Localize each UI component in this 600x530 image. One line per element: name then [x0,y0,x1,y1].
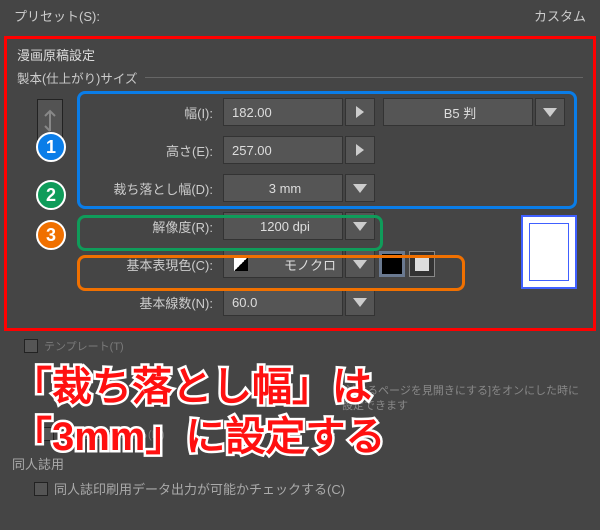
highlight-box-1 [77,91,577,209]
preset-row: プリセット(S): カスタム [0,0,600,31]
badge-2: 2 [36,180,66,210]
annotation-line2: 「3mm」に設定する [12,412,590,462]
checkbox-icon [24,339,38,353]
template-row[interactable]: テンプレート(T) [24,338,590,354]
lines-input[interactable]: 60.0 [223,288,343,316]
template-label: テンプレート(T) [44,338,124,354]
divider [145,77,583,78]
lines-label: 基本線数(N): [73,293,223,312]
preset-value[interactable]: カスタム [534,6,586,25]
doujin-check-label: 同人誌印刷用データ出力が可能かチェックする(C) [54,479,345,498]
section-sub: 製本(仕上がり)サイズ [17,68,583,87]
badge-1: 1 [36,132,66,162]
doujin-check-row[interactable]: 同人誌印刷用データ出力が可能かチェックする(C) [34,479,590,498]
preset-label: プリセット(S): [14,6,100,25]
highlight-box-2 [77,215,383,251]
section-title: 漫画原稿設定 [17,45,583,64]
annotation-line1: 「裁ち落とし幅」は [12,362,590,412]
highlight-box-3 [77,255,465,291]
chevron-down-icon [353,298,367,307]
annotation-overlay: 「裁ち落とし幅」は 「3mm」に設定する [12,362,590,462]
manga-settings-highlight: 漫画原稿設定 製本(仕上がり)サイズ 幅(I): 182.00 B5 判 高さ(… [4,36,596,331]
checkbox-icon [34,482,48,496]
badge-3: 3 [36,220,66,250]
lines-dropdown[interactable] [345,288,375,316]
page-thumbnail [521,215,577,289]
subsection-label: 製本(仕上がり)サイズ [17,68,137,87]
